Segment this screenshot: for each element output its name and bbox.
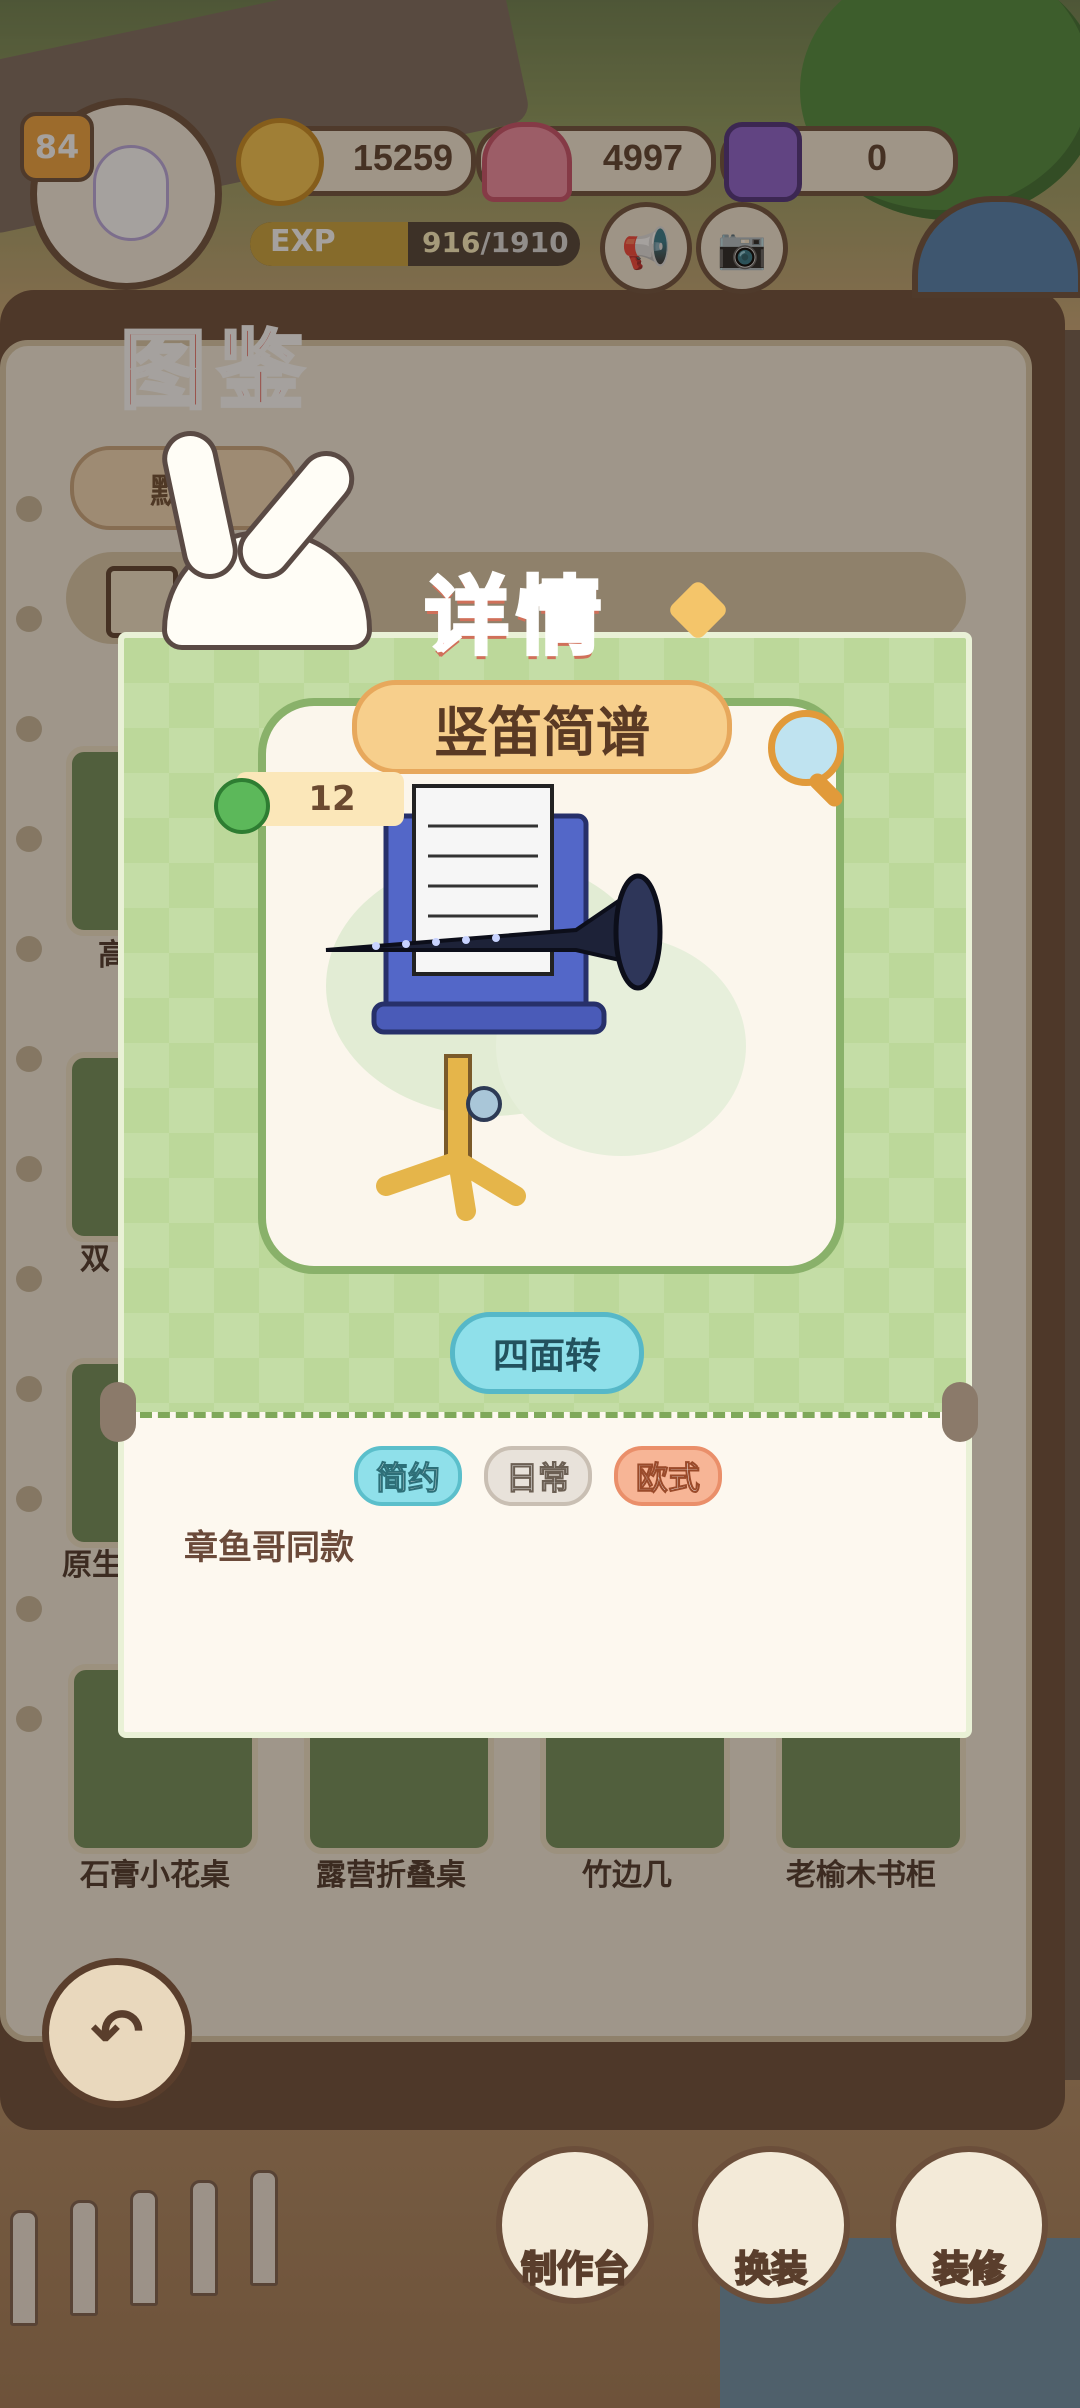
- dialog-perforation: [140, 1412, 940, 1418]
- workbench-button[interactable]: 制作台: [496, 2146, 654, 2304]
- detail-heading: 详情: [423, 566, 610, 668]
- back-arrow-icon: ↶: [90, 1996, 144, 2070]
- decorate-button[interactable]: 装修: [890, 2146, 1048, 2304]
- outfit-button[interactable]: 换装: [692, 2146, 850, 2304]
- style-tag-daily: 日常: [484, 1446, 593, 1506]
- item-description: 章鱼哥同款: [184, 1528, 354, 1568]
- decorate-label: 装修: [932, 2248, 1006, 2291]
- item-name-banner: 竖笛简谱: [352, 680, 732, 774]
- dialog-notch: [942, 1382, 978, 1442]
- magnifier-icon[interactable]: [768, 710, 844, 786]
- style-tags: 简约 日常 欧式: [354, 1446, 723, 1506]
- style-tag-simple: 简约: [354, 1446, 463, 1506]
- style-tag-european: 欧式: [614, 1446, 723, 1506]
- rotate-view-button[interactable]: 四面转: [450, 1312, 644, 1394]
- outfit-label: 换装: [734, 2248, 808, 2291]
- clover-icon: [214, 778, 270, 834]
- dialog-notch: [100, 1382, 136, 1442]
- back-button[interactable]: ↶: [42, 1958, 192, 2108]
- workbench-label: 制作台: [520, 2248, 630, 2291]
